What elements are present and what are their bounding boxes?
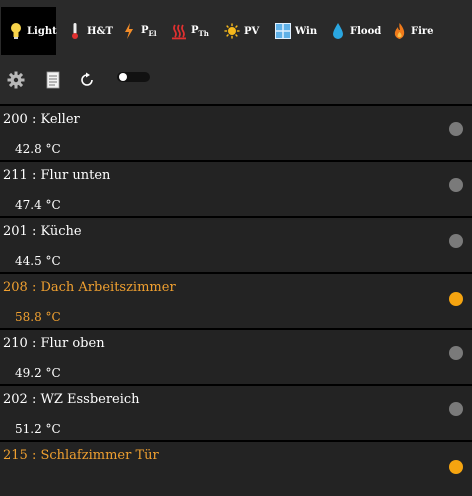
sensor-value: 42.8 °C bbox=[15, 142, 61, 156]
tab-win[interactable]: Win bbox=[275, 7, 317, 55]
tab-label: Light bbox=[27, 25, 57, 37]
sensor-value: 47.4 °C bbox=[15, 198, 61, 212]
tab-p-th[interactable]: PTh bbox=[171, 7, 209, 55]
refresh-icon[interactable] bbox=[75, 68, 99, 92]
window-icon bbox=[275, 21, 291, 41]
tab-light[interactable]: Light bbox=[1, 7, 57, 55]
lightning-icon bbox=[121, 21, 137, 41]
sensor-name: 200 : Keller bbox=[3, 112, 80, 127]
status-indicator bbox=[449, 402, 463, 416]
sensor-row[interactable]: 211 : Flur unten 47.4 °C bbox=[0, 160, 472, 216]
sensor-value: 44.5 °C bbox=[15, 254, 61, 268]
sensor-name: 211 : Flur unten bbox=[3, 168, 111, 183]
sensor-name: 215 : Schlafzimmer Tür bbox=[3, 448, 159, 463]
toggle-switch[interactable] bbox=[117, 72, 150, 82]
sensor-row[interactable]: 201 : Küche 44.5 °C bbox=[0, 216, 472, 272]
header: Light H&T PEl PTh PV Win Flood Fire bbox=[0, 0, 472, 104]
tab-label: Fire bbox=[411, 25, 434, 37]
sensor-list: 200 : Keller 42.8 °C 211 : Flur unten 47.4 … bbox=[0, 104, 472, 496]
tab-p-el[interactable]: PEl bbox=[121, 7, 157, 55]
sensor-row[interactable]: 202 : WZ Essbereich 51.2 °C bbox=[0, 384, 472, 440]
tab-label: PV bbox=[244, 25, 260, 37]
sensor-name: 202 : WZ Essbereich bbox=[3, 392, 140, 407]
gear-icon[interactable] bbox=[4, 68, 28, 92]
tab-bar: Light H&T PEl PTh PV Win Flood Fire bbox=[0, 7, 472, 55]
thermometer-icon bbox=[67, 21, 83, 41]
tab-label: H&T bbox=[87, 25, 113, 37]
sensor-name: 210 : Flur oben bbox=[3, 336, 105, 351]
toolbar bbox=[0, 64, 472, 96]
sensor-value: 49.2 °C bbox=[15, 366, 61, 380]
tab-flood[interactable]: Flood bbox=[330, 7, 381, 55]
status-indicator bbox=[449, 178, 463, 192]
heat-icon bbox=[171, 21, 187, 41]
tab-label: Win bbox=[295, 25, 318, 37]
tab-pv[interactable]: PV bbox=[224, 7, 259, 55]
tab-label: PTh bbox=[191, 24, 209, 38]
status-indicator bbox=[449, 460, 463, 474]
sensor-value: 51.2 °C bbox=[15, 422, 61, 436]
status-indicator bbox=[449, 234, 463, 248]
sensor-row[interactable]: 208 : Dach Arbeitszimmer 58.8 °C bbox=[0, 272, 472, 328]
sensor-row[interactable]: 200 : Keller 42.8 °C bbox=[0, 104, 472, 160]
tab-label: Flood bbox=[350, 25, 382, 37]
sensor-row[interactable]: 215 : Schlafzimmer Tür bbox=[0, 440, 472, 496]
tab-label: PEl bbox=[141, 24, 157, 38]
tab-fire[interactable]: Fire bbox=[391, 7, 434, 55]
status-indicator bbox=[449, 346, 463, 360]
water-drop-icon bbox=[330, 21, 346, 41]
light-bulb-icon bbox=[9, 21, 23, 41]
status-indicator bbox=[449, 122, 463, 136]
sun-icon bbox=[224, 21, 240, 41]
document-icon[interactable] bbox=[41, 68, 65, 92]
status-indicator bbox=[449, 292, 463, 306]
sensor-value: 58.8 °C bbox=[15, 310, 61, 324]
toggle-knob bbox=[119, 73, 127, 81]
tab-ht[interactable]: H&T bbox=[67, 7, 113, 55]
sensor-name: 208 : Dach Arbeitszimmer bbox=[3, 280, 176, 295]
sensor-row[interactable]: 210 : Flur oben 49.2 °C bbox=[0, 328, 472, 384]
sensor-name: 201 : Küche bbox=[3, 224, 82, 239]
fire-icon bbox=[391, 21, 407, 41]
